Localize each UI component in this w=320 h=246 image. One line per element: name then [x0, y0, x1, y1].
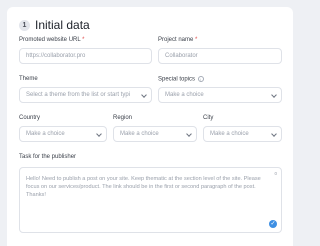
city-select[interactable]: Make a choice — [203, 126, 282, 142]
chevron-down-icon — [186, 131, 192, 137]
theme-select[interactable]: Select a theme from the list or start ty… — [19, 87, 152, 103]
required-asterisk: * — [195, 37, 198, 43]
task-label: Task for the publisher — [19, 154, 77, 160]
city-label: City — [203, 115, 214, 121]
special-topics-select[interactable]: Make a choice — [158, 87, 282, 103]
task-placeholder: Hello! Need to publish a post on your si… — [26, 176, 261, 198]
required-asterisk: * — [82, 37, 85, 43]
chevron-down-icon — [96, 131, 102, 137]
chevron-down-icon — [141, 92, 147, 98]
website-url-label: Promoted website URL * — [19, 37, 85, 43]
website-url-input[interactable]: https://collaborator.pro — [19, 48, 152, 64]
section-header: 1 Initial data — [19, 18, 90, 32]
country-label: Country — [19, 115, 41, 121]
chevron-down-icon — [271, 131, 277, 137]
section-title: Initial data — [35, 18, 90, 32]
country-select[interactable]: Make a choice — [19, 126, 107, 142]
resize-check-icon[interactable]: ✓ — [269, 220, 277, 228]
theme-label: Theme — [19, 76, 38, 82]
initial-data-card: 1 Initial data Promoted website URL * ht… — [7, 7, 293, 246]
region-select[interactable]: Make a choice — [113, 126, 197, 142]
special-topics-label: Special topics i — [158, 76, 204, 83]
task-textarea[interactable]: 0 Hello! Need to publish a post on your … — [19, 167, 282, 233]
info-icon[interactable]: i — [197, 76, 204, 82]
region-label: Region — [113, 115, 133, 121]
project-name-input[interactable]: Collaborator — [158, 48, 282, 64]
step-number-badge: 1 — [19, 19, 30, 31]
project-name-label: Project name * — [158, 37, 198, 43]
character-counter: 0 — [274, 171, 277, 176]
chevron-down-icon — [271, 92, 277, 98]
